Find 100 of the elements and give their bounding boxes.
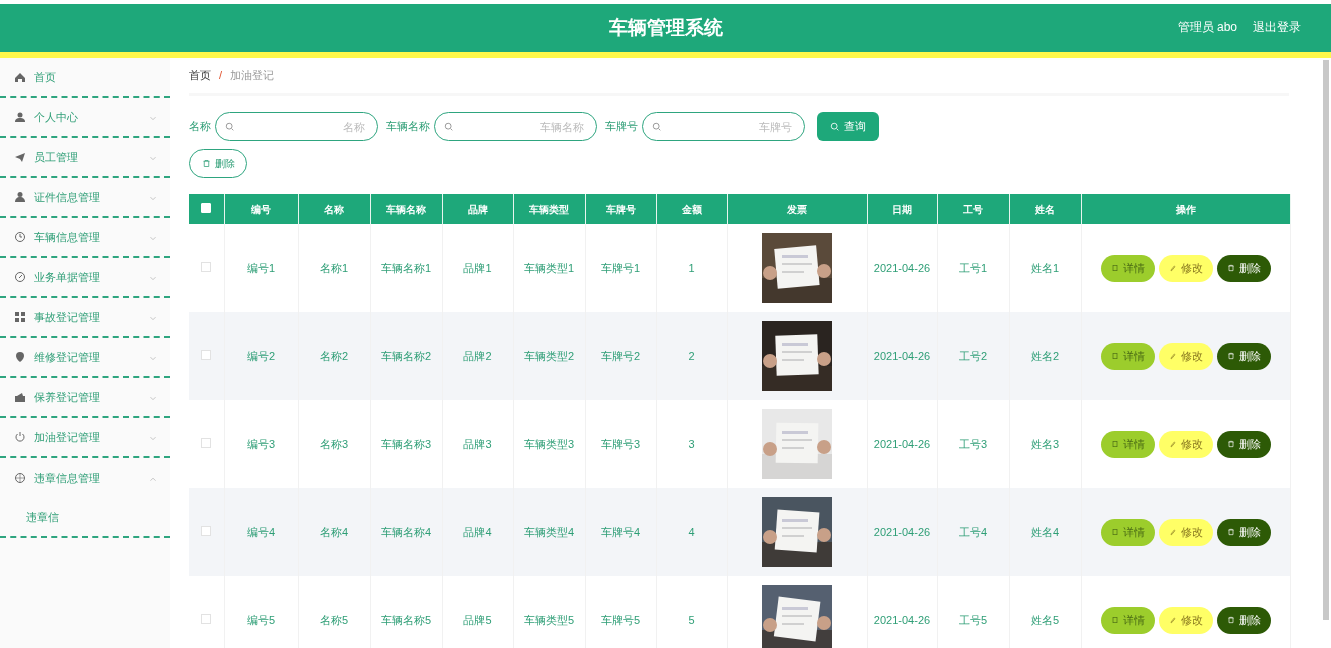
details-button[interactable]: 详情: [1100, 606, 1155, 634]
sidebar-item[interactable]: 事故登记管理: [0, 298, 170, 338]
table-cell: 姓名4: [1030, 525, 1060, 538]
search-field[interactable]: 车辆名称: [434, 112, 597, 141]
field-label: 名称: [189, 119, 211, 135]
sidebar-item[interactable]: 个人中心: [0, 98, 170, 138]
table-cell: 品牌3: [463, 437, 492, 450]
table-cell: 姓名3: [1030, 437, 1060, 450]
table-cell: 品牌5: [463, 613, 492, 626]
table-cell: 工号3: [958, 437, 988, 450]
table-cell: 品牌4: [463, 525, 492, 538]
globe-icon: [14, 472, 26, 484]
edit-button[interactable]: 修改: [1158, 430, 1213, 458]
sidebar-item[interactable]: 违章信息管理: [0, 458, 170, 498]
document-icon: [1110, 440, 1119, 448]
sidebar-item[interactable]: 车辆信息管理: [0, 218, 170, 258]
details-button[interactable]: 详情: [1100, 342, 1155, 370]
sidebar-item[interactable]: 维修登记管理: [0, 338, 170, 378]
table-cell: 2021-04-26: [873, 349, 931, 362]
table-cell: 车牌号1: [600, 261, 641, 274]
trash-icon: [1226, 352, 1235, 360]
grid-icon: [14, 311, 26, 323]
delete-button[interactable]: 删除: [1216, 606, 1271, 634]
details-button[interactable]: 详情: [1100, 254, 1155, 282]
table-cell: 品牌2: [463, 349, 492, 362]
edit-button[interactable]: 修改: [1158, 254, 1213, 282]
table-cell: 车辆类型4: [523, 525, 575, 538]
column-header: 名称: [298, 194, 370, 224]
table-cell: 车牌号3: [600, 437, 641, 450]
delete-button[interactable]: 删除: [1216, 342, 1271, 370]
column-header: 品牌: [442, 194, 513, 224]
sidebar-item[interactable]: 首页: [0, 58, 170, 98]
search-icon: [225, 122, 235, 132]
table-cell: 名称4: [319, 525, 349, 538]
row-checkbox[interactable]: [201, 437, 212, 448]
table-cell: 4: [688, 525, 695, 538]
field-label: 车辆名称: [386, 119, 430, 135]
pencil-icon: [1168, 440, 1177, 448]
table-cell: 车牌号5: [600, 613, 641, 626]
details-button[interactable]: 详情: [1100, 518, 1155, 546]
field-label: 车牌号: [605, 119, 638, 135]
trash-icon: [1226, 528, 1235, 536]
row-checkbox[interactable]: [201, 349, 212, 360]
scrollbar[interactable]: [1323, 60, 1329, 620]
table-cell: 编号5: [246, 613, 276, 626]
search-button[interactable]: 查询: [817, 112, 879, 141]
submenu-item[interactable]: 违章信: [26, 508, 59, 526]
table-cell: 工号2: [958, 349, 988, 362]
table-cell: 5: [688, 613, 695, 626]
sidebar-item[interactable]: 业务单据管理: [0, 258, 170, 298]
table-cell: 编号1: [246, 261, 276, 274]
table-cell: 工号5: [958, 613, 988, 626]
details-button[interactable]: 详情: [1100, 430, 1155, 458]
table-cell: 品牌1: [463, 261, 492, 274]
table-cell: 工号1: [958, 261, 988, 274]
user-label: 管理员 abo: [1177, 19, 1237, 36]
table-cell: 车辆名称4: [380, 525, 432, 538]
table-cell: 编号4: [246, 525, 276, 538]
row-checkbox[interactable]: [201, 613, 212, 624]
table-cell: 工号4: [958, 525, 988, 538]
table-cell: 编号3: [246, 437, 276, 450]
sidebar-item[interactable]: 员工管理: [0, 138, 170, 178]
power-icon: [14, 431, 26, 443]
edit-button[interactable]: 修改: [1158, 518, 1213, 546]
column-header: 车辆类型: [513, 194, 585, 224]
logout-link[interactable]: 退出登录: [1253, 18, 1301, 36]
table-cell: 车辆类型2: [523, 349, 575, 362]
column-header: 编号: [224, 194, 298, 224]
sidebar-item[interactable]: 保养登记管理: [0, 378, 170, 418]
row-checkbox[interactable]: [201, 261, 212, 272]
edit-button[interactable]: 修改: [1158, 342, 1213, 370]
table-cell: 2021-04-26: [873, 525, 931, 538]
search-field[interactable]: 名称: [215, 112, 378, 141]
edit-button[interactable]: 修改: [1158, 606, 1213, 634]
table-cell: 车辆名称2: [380, 349, 432, 362]
column-header: 操作: [1081, 194, 1290, 224]
app-title: 车辆管理系统: [608, 15, 723, 40]
delete-button[interactable]: 删除: [1216, 254, 1271, 282]
breadcrumb-item[interactable]: 首页: [189, 67, 211, 84]
column-header: 车辆名称: [370, 194, 442, 224]
trash-icon: [1226, 616, 1235, 624]
table-cell: 车辆名称3: [380, 437, 432, 450]
row-checkbox[interactable]: [201, 525, 212, 536]
table-cell: 姓名2: [1030, 349, 1060, 362]
delete-button[interactable]: 删除: [1216, 518, 1271, 546]
delete-button[interactable]: 删除: [189, 149, 247, 178]
table-cell: 名称5: [319, 613, 349, 626]
sidebar-item[interactable]: 加油登记管理: [0, 418, 170, 458]
delete-button[interactable]: 删除: [1216, 430, 1271, 458]
person-icon: [14, 191, 26, 203]
sidebar-item[interactable]: 证件信息管理: [0, 178, 170, 218]
search-icon: [830, 121, 840, 132]
pencil-icon: [1168, 616, 1177, 624]
wallet-icon: [14, 391, 26, 403]
pencil-icon: [1168, 352, 1177, 360]
person-icon: [14, 111, 26, 123]
table-cell: 名称3: [319, 437, 349, 450]
select-all-checkbox[interactable]: [201, 202, 212, 213]
document-icon: [1110, 352, 1119, 360]
table-cell: 1: [688, 261, 695, 274]
